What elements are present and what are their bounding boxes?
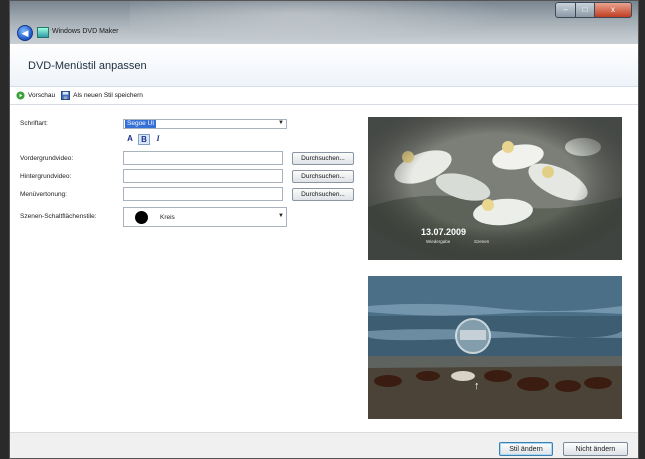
menu-audio-input[interactable] [123, 187, 283, 201]
save-as-new-button[interactable]: Als neuen Stil speichern [61, 91, 143, 100]
menu-preview-image: 13.07.2009 Wiedergabe Szenen [368, 117, 622, 260]
minimize-button[interactable]: – [555, 2, 576, 18]
scene-preview-image: ↑ [368, 276, 622, 419]
preview-menu-scenes: Szenen [474, 239, 490, 244]
apply-style-button[interactable]: Stil ändern [499, 442, 553, 456]
scene-button-style-select[interactable]: Kreis ▼ [123, 207, 287, 227]
footer: Stil ändern Nicht ändern [10, 432, 638, 458]
bold-button[interactable]: B [138, 134, 150, 145]
italic-button[interactable]: I [153, 134, 163, 143]
dvd-maker-window: ◀ Windows DVD Maker – □ x DVD-Menüstil a… [9, 0, 639, 459]
window-title: Windows DVD Maker [52, 28, 119, 35]
background-video-browse-button[interactable]: Durchsuchen... [292, 170, 354, 183]
background-video-input[interactable] [123, 169, 283, 183]
foreground-video-browse-button[interactable]: Durchsuchen... [292, 152, 354, 165]
foreground-video-input[interactable] [123, 151, 283, 165]
chevron-down-icon: ▼ [278, 213, 284, 219]
preview-menu-play: Wiedergabe [426, 239, 451, 244]
text-format-buttons: A B I [125, 134, 163, 145]
up-arrow-icon: ↑ [474, 380, 480, 392]
floppy-icon [61, 91, 71, 100]
close-button[interactable]: x [595, 2, 632, 18]
toolbar: Vorschau Als neuen Stil speichern [10, 87, 638, 105]
page-header: DVD-Menüstil anpassen [10, 44, 638, 87]
background-video-label: Hintergrundvideo: [20, 173, 72, 180]
caption-buttons: – □ x [555, 2, 632, 18]
horses-beach-photo [368, 276, 622, 419]
menu-audio-label: Menüvertonung: [20, 191, 67, 198]
title-bar-glass [130, 1, 550, 44]
circle-style-icon [135, 211, 148, 224]
menu-audio-browse-button[interactable]: Durchsuchen... [292, 188, 354, 201]
preview-label: Vorschau [28, 92, 56, 99]
font-label: Schriftart: [20, 120, 48, 127]
save-as-new-label: Als neuen Stil speichern [73, 92, 143, 99]
play-icon [16, 91, 25, 100]
font-select[interactable]: Segoe UI ▼ [123, 119, 287, 129]
title-bar: ◀ Windows DVD Maker – □ x [10, 1, 638, 44]
scene-button-style-label: Szenen-Schaltflächenstile: [20, 213, 97, 220]
font-color-button[interactable]: A [125, 134, 135, 143]
gannets-photo [368, 117, 622, 260]
font-select-value: Segoe UI [125, 120, 157, 128]
preview-date: 13.07.2009 [421, 227, 467, 237]
page-title: DVD-Menüstil anpassen [28, 60, 147, 72]
maximize-button[interactable]: □ [576, 2, 595, 18]
cancel-button[interactable]: Nicht ändern [563, 442, 628, 456]
chevron-down-icon: ▼ [278, 120, 284, 126]
dvd-maker-icon [37, 27, 49, 38]
foreground-video-label: Vordergrundvideo: [20, 155, 74, 162]
preview-button[interactable]: Vorschau [16, 91, 55, 100]
back-arrow-icon[interactable]: ◀ [17, 25, 33, 41]
scene-button-style-value: Kreis [160, 214, 175, 221]
